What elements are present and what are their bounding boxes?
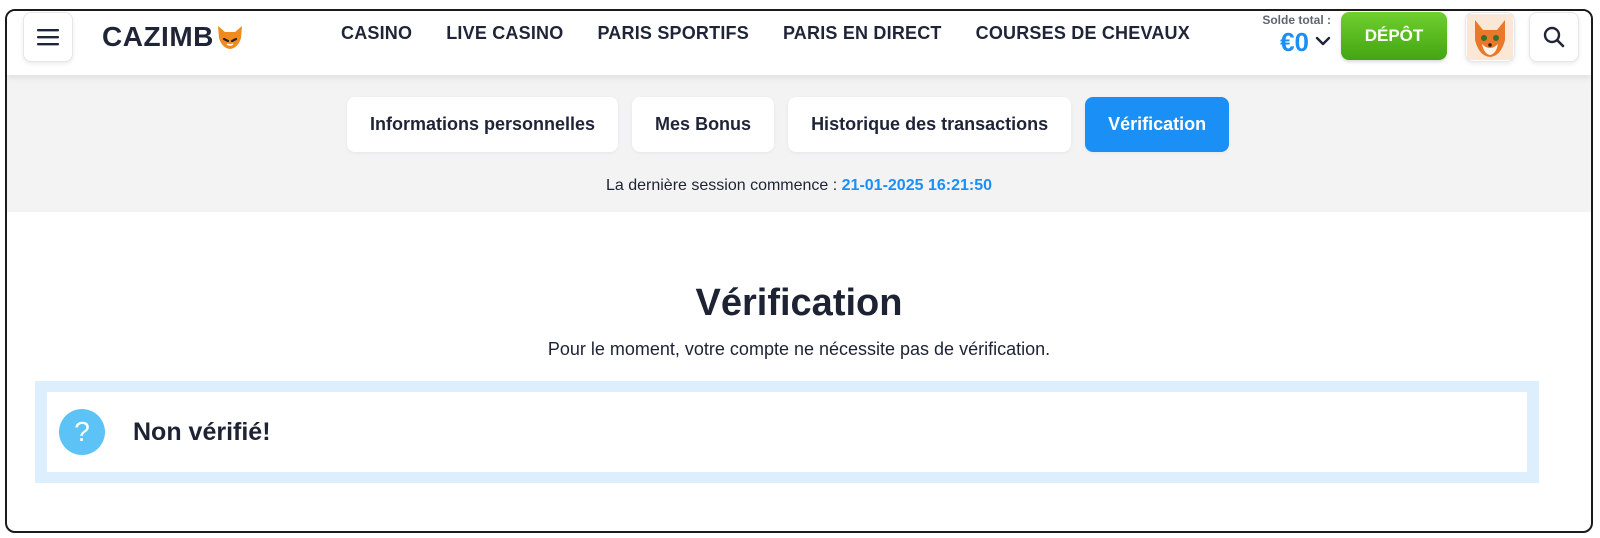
tab-mes-bonus[interactable]: Mes Bonus xyxy=(632,97,775,152)
site-logo[interactable]: CAZIMB xyxy=(102,21,244,53)
session-date: 21-01-2025 16:21:50 xyxy=(841,177,992,194)
chevron-down-icon[interactable] xyxy=(1315,35,1331,47)
browser-frame: CAZIMB CASINO LIVE CASINO PARIS SPORTIFS… xyxy=(5,9,1593,533)
menu-button[interactable] xyxy=(23,12,73,62)
question-icon: ? xyxy=(59,409,105,455)
tab-informations-personnelles[interactable]: Informations personnelles xyxy=(347,97,619,152)
avatar-fox-icon xyxy=(1467,14,1513,60)
nav-live-casino[interactable]: LIVE CASINO xyxy=(446,23,563,44)
deposit-button[interactable]: DÉPÔT xyxy=(1341,12,1447,60)
menu-icon xyxy=(37,29,59,46)
avatar[interactable] xyxy=(1465,12,1515,62)
main-nav: CASINO LIVE CASINO PARIS SPORTIFS PARIS … xyxy=(341,23,1190,44)
last-session: La dernière session commence : 21-01-202… xyxy=(7,177,1591,195)
verification-status: ? Non vérifié! xyxy=(47,392,1527,472)
verification-status-box: ? Non vérifié! xyxy=(35,381,1539,483)
page-title: Vérification xyxy=(695,282,903,324)
account-band: Informations personnelles Mes Bonus Hist… xyxy=(7,75,1591,212)
search-button[interactable] xyxy=(1529,12,1579,62)
nav-casino[interactable]: CASINO xyxy=(341,23,412,44)
status-text: Non vérifié! xyxy=(133,417,271,446)
tab-historique-transactions[interactable]: Historique des transactions xyxy=(788,97,1072,152)
nav-paris-sportifs[interactable]: PARIS SPORTIFS xyxy=(597,23,749,44)
balance-value: €0 xyxy=(1280,27,1309,57)
top-header: CAZIMB CASINO LIVE CASINO PARIS SPORTIFS… xyxy=(7,11,1591,75)
balance-widget[interactable]: Solde total : €0 xyxy=(1231,13,1331,58)
session-label: La dernière session commence : xyxy=(605,177,842,194)
logo-text: CAZIMB xyxy=(102,21,214,52)
tab-verification[interactable]: Vérification xyxy=(1085,97,1230,152)
search-icon xyxy=(1543,26,1565,48)
balance-label: Solde total : xyxy=(1262,13,1331,27)
page-subtitle: Pour le moment, votre compte ne nécessit… xyxy=(547,339,1051,359)
nav-courses-de-chevaux[interactable]: COURSES DE CHEVAUX xyxy=(976,23,1190,44)
fox-logo-icon xyxy=(217,26,242,49)
nav-paris-en-direct[interactable]: PARIS EN DIRECT xyxy=(783,23,942,44)
account-tabs: Informations personnelles Mes Bonus Hist… xyxy=(347,97,1230,152)
